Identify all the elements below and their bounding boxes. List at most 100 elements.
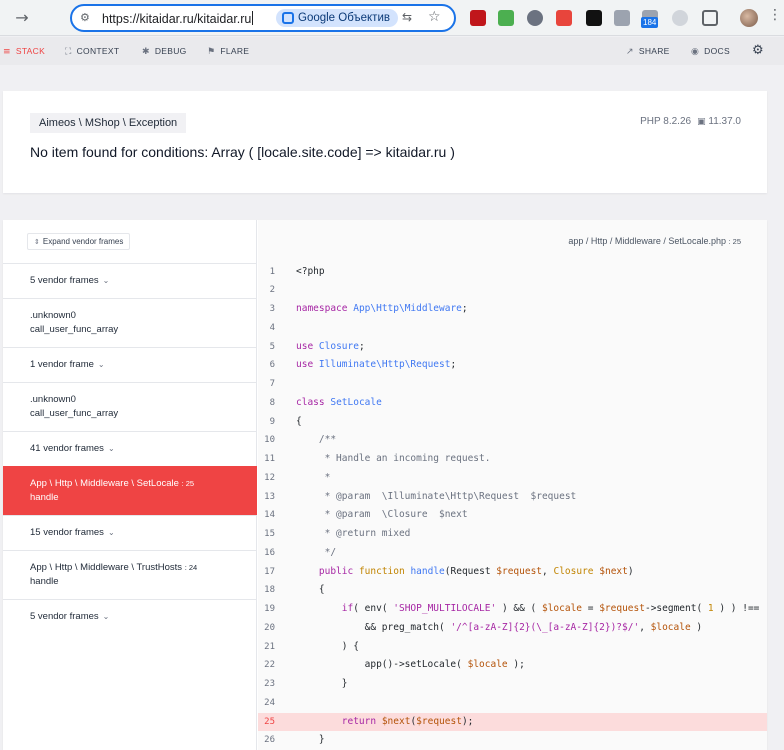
- line-number[interactable]: 4: [258, 319, 275, 338]
- line-number[interactable]: 16: [258, 544, 275, 563]
- frame-file: App \ Http \ Middleware \ SetLocale : 25: [30, 478, 195, 489]
- code-line: 9{: [258, 413, 767, 432]
- code-text: use Closure;: [296, 340, 365, 352]
- code-text: * @param \Closure $next: [296, 509, 468, 521]
- vendor-frames-toggle[interactable]: 5 vendor frames ⌄: [3, 263, 257, 299]
- code-line: 20 && preg_match( '/^[a-zA-Z]{2}(\_[a-zA…: [258, 619, 767, 638]
- vendor-frames-toggle[interactable]: 1 vendor frame ⌄: [3, 347, 257, 383]
- context-icon: ⛶: [65, 47, 72, 57]
- vendor-frames-label: 41 vendor frames: [30, 443, 104, 454]
- ublock-icon[interactable]: [470, 10, 486, 26]
- site-settings-icon[interactable]: ⚙: [80, 11, 90, 24]
- line-number[interactable]: 17: [258, 563, 275, 582]
- settings-gear-icon[interactable]: ⚙: [752, 43, 764, 58]
- code-text: * Handle an incoming request.: [296, 453, 491, 464]
- stack-frame[interactable]: App \ Http \ Middleware \ SetLocale : 25…: [3, 466, 257, 515]
- address-bar[interactable]: ⚙ https://kitaidar.ru/kitaidar.ru Google…: [70, 4, 456, 32]
- line-number[interactable]: 19: [258, 600, 275, 619]
- vendor-frames-toggle[interactable]: 41 vendor frames ⌄: [3, 431, 257, 467]
- nav-flare[interactable]: ⚑ FLARE: [207, 46, 249, 57]
- code-line: 6 use Illuminate\Http\Request;: [258, 356, 767, 375]
- code-text: class SetLocale: [296, 396, 382, 408]
- code-text: /**: [318, 434, 337, 446]
- home-extension-icon[interactable]: [498, 10, 514, 26]
- exception-message: No item found for conditions: Array ( [l…: [30, 144, 455, 160]
- nav-context[interactable]: ⛶ CONTEXT: [65, 46, 119, 57]
- php-version: PHP 8.2.26: [640, 116, 692, 127]
- line-number[interactable]: 22: [258, 656, 275, 675]
- line-number[interactable]: 18: [258, 581, 275, 600]
- code-line: 23 }: [258, 675, 767, 694]
- translate-icon[interactable]: ⇆: [402, 10, 412, 24]
- chevron-down-icon: ⌄: [102, 612, 110, 621]
- line-number[interactable]: 26: [258, 731, 275, 750]
- menu-kebab-icon[interactable]: ⋮: [768, 7, 782, 23]
- chevron-down-icon: ⌄: [102, 276, 110, 285]
- share-button[interactable]: ↗ SHARE: [626, 46, 670, 57]
- line-number[interactable]: 23: [258, 675, 275, 694]
- line-number[interactable]: 2: [258, 281, 275, 300]
- frame-file: .unknown0: [30, 394, 76, 405]
- frames-list: ⇕ Expand vendor frames 5 vendor frames ⌄ .u…: [3, 220, 257, 750]
- vendor-frames-label: 5 vendor frames: [30, 275, 99, 286]
- line-number[interactable]: 5: [258, 338, 275, 357]
- line-number[interactable]: 25: [258, 713, 275, 732]
- stack-frame[interactable]: App \ Http \ Middleware \ TrustHosts : 2…: [3, 550, 257, 599]
- frame-method: call_user_func_array: [30, 408, 119, 419]
- code-line: 4: [258, 319, 767, 338]
- stats-extension-icon[interactable]: [614, 10, 630, 26]
- vendor-frames-toggle[interactable]: 15 vendor frames ⌄: [3, 515, 257, 551]
- code-text: <?php: [296, 265, 325, 277]
- forward-icon[interactable]: →: [12, 8, 32, 28]
- vendor-frames-toggle[interactable]: 5 vendor frames ⌄: [3, 599, 257, 635]
- file-path[interactable]: app / Http / Middleware / SetLocale.php …: [568, 236, 741, 246]
- line-number[interactable]: 11: [258, 450, 275, 469]
- code-line: 16 */: [258, 544, 767, 563]
- google-lens-chip[interactable]: Google Объектив: [276, 9, 398, 27]
- vendor-frames-label: 15 vendor frames: [30, 527, 104, 538]
- docs-icon: ◉: [691, 47, 700, 57]
- nav-debug[interactable]: ✱ DEBUG: [142, 46, 187, 57]
- record-extension-icon[interactable]: [556, 10, 572, 26]
- line-number[interactable]: 9: [258, 413, 275, 432]
- line-number[interactable]: 6: [258, 356, 275, 375]
- line-number[interactable]: 20: [258, 619, 275, 638]
- url-text[interactable]: https://kitaidar.ru/kitaidar.ru: [102, 11, 254, 26]
- code-text: * @return mixed: [296, 528, 411, 539]
- nav-stack[interactable]: ≡ STACK: [3, 46, 45, 57]
- code-text: {: [296, 415, 302, 427]
- line-number[interactable]: 24: [258, 694, 275, 713]
- chevron-down-icon: ⌄: [107, 444, 115, 453]
- line-number[interactable]: 10: [258, 431, 275, 450]
- line-number[interactable]: 1: [258, 263, 275, 282]
- line-number[interactable]: 12: [258, 469, 275, 488]
- line-number[interactable]: 14: [258, 506, 275, 525]
- extensions-puzzle-icon[interactable]: [702, 10, 718, 26]
- globe-icon[interactable]: [672, 10, 688, 26]
- bookmark-star-icon[interactable]: ☆: [428, 9, 441, 25]
- docs-button[interactable]: ◉ DOCS: [691, 46, 730, 57]
- exception-class: Aimeos \ MShop \ Exception: [30, 113, 187, 133]
- lens-icon: [282, 12, 294, 24]
- profile-avatar[interactable]: [740, 9, 758, 27]
- code-line: 8 class SetLocale: [258, 394, 767, 413]
- line-number[interactable]: 7: [258, 375, 275, 394]
- frame-method: handle: [30, 492, 59, 503]
- code-text: && preg_match( '/^[a-zA-Z]{2}(\_[a-zA-Z]…: [296, 621, 703, 633]
- stack-frame[interactable]: .unknown0 call_user_func_array: [3, 298, 257, 347]
- code-text: ) {: [296, 640, 359, 652]
- k-extension-icon[interactable]: [586, 10, 602, 26]
- expand-vendor-frames-button[interactable]: ⇕ Expand vendor frames: [27, 233, 131, 250]
- line-number[interactable]: 21: [258, 638, 275, 657]
- stack-frame[interactable]: .unknown0 call_user_func_array: [3, 382, 257, 431]
- frame-file: .unknown0: [30, 310, 76, 321]
- line-number[interactable]: 8: [258, 394, 275, 413]
- line-number[interactable]: 3: [258, 300, 275, 319]
- line-number[interactable]: 13: [258, 488, 275, 507]
- code-text: namespace App\Http\Middleware;: [296, 303, 468, 314]
- refresh-extension-icon[interactable]: [527, 10, 543, 26]
- code-text: *: [296, 471, 331, 483]
- line-number[interactable]: 15: [258, 525, 275, 544]
- code-line: 12 *: [258, 469, 767, 488]
- code-viewer: app / Http / Middleware / SetLocale.php …: [258, 220, 767, 750]
